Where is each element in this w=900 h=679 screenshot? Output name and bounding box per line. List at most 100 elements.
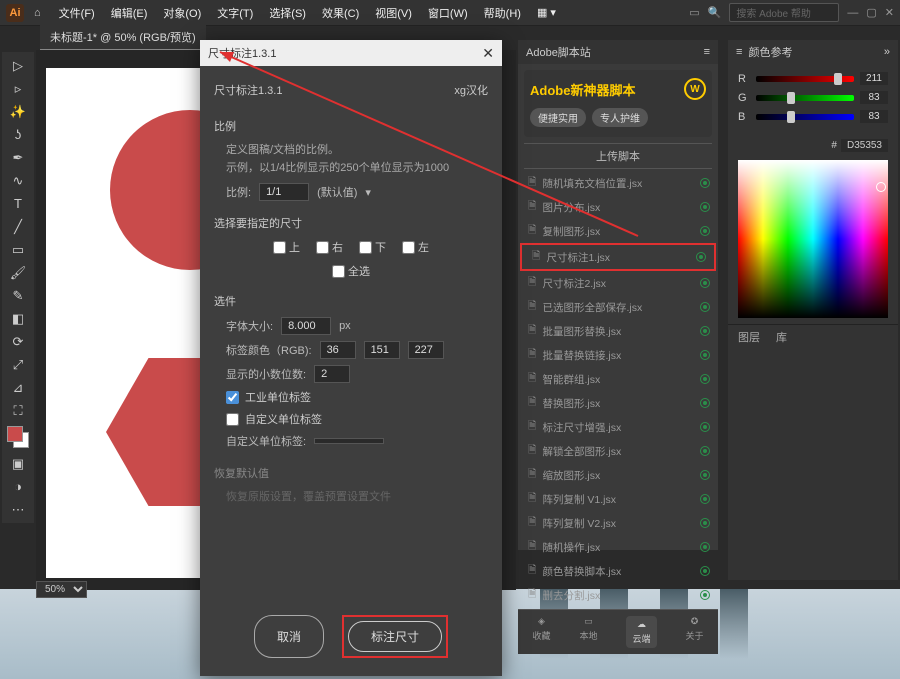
brush-tool[interactable]: 🖌 [4, 261, 32, 284]
ratio-input[interactable]: 1/1 [259, 183, 309, 201]
menu-view[interactable]: 视图(V) [367, 5, 420, 21]
chk-left[interactable]: 左 [402, 239, 429, 255]
magic-wand-tool[interactable]: ✨ [4, 100, 32, 123]
more-tools[interactable]: ⋯ [4, 498, 32, 521]
slider-b[interactable] [756, 114, 854, 120]
nav-cloud[interactable]: ☁云端 [626, 616, 656, 648]
close-icon[interactable]: ✕ [482, 45, 494, 62]
slider-g-value[interactable]: 83 [860, 91, 888, 104]
shaper-tool[interactable]: ✎ [4, 284, 32, 307]
chevron-down-icon[interactable]: ▾ [365, 186, 371, 199]
zoom-select[interactable]: 50% [36, 581, 87, 598]
color-r-input[interactable]: 36 [320, 341, 356, 359]
download-dot-icon[interactable] [700, 302, 710, 312]
hex-value[interactable]: D35353 [841, 139, 888, 152]
menu-help[interactable]: 帮助(H) [476, 5, 529, 21]
direct-select-tool[interactable]: ▹ [4, 77, 32, 100]
nav-about[interactable]: ✪关于 [685, 616, 703, 648]
color-spectrum[interactable] [738, 160, 888, 318]
home-icon[interactable]: ⌂ [34, 7, 41, 19]
download-dot-icon[interactable] [700, 398, 710, 408]
color-g-input[interactable]: 151 [364, 341, 400, 359]
chk-right[interactable]: 右 [316, 239, 343, 255]
chk-top[interactable]: 上 [273, 239, 300, 255]
script-item-10[interactable]: 🗎标注尺寸增强.jsx [518, 415, 718, 439]
download-dot-icon[interactable] [700, 566, 710, 576]
custom-unit-input[interactable] [314, 438, 384, 444]
script-item-3[interactable]: 🗎尺寸标注1.jsx [520, 243, 716, 271]
script-item-1[interactable]: 🗎图片分布.jsx [518, 195, 718, 219]
script-item-16[interactable]: 🗎颜色替换脚本.jsx [518, 559, 718, 583]
script-item-14[interactable]: 🗎阵列复制 V2.jsx [518, 511, 718, 535]
script-item-8[interactable]: 🗎智能群组.jsx [518, 367, 718, 391]
download-dot-icon[interactable] [700, 374, 710, 384]
pen-tool[interactable]: ✒ [4, 146, 32, 169]
libraries-tab[interactable]: 库 [776, 329, 787, 345]
download-dot-icon[interactable] [700, 226, 710, 236]
download-dot-icon[interactable] [700, 350, 710, 360]
slider-g[interactable] [756, 95, 854, 101]
menu-file[interactable]: 文件(F) [51, 5, 103, 21]
upload-script-button[interactable]: 上传脚本 [524, 143, 712, 169]
width-tool[interactable]: ⊿ [4, 376, 32, 399]
script-item-9[interactable]: 🗎替换图形.jsx [518, 391, 718, 415]
script-item-5[interactable]: 🗎已选图形全部保存.jsx [518, 295, 718, 319]
selection-tool[interactable]: ▷ [4, 54, 32, 77]
script-item-0[interactable]: 🗎随机填充文档位置.jsx [518, 171, 718, 195]
download-dot-icon[interactable] [700, 326, 710, 336]
script-item-6[interactable]: 🗎批量图形替换.jsx [518, 319, 718, 343]
free-transform-tool[interactable]: ⛶ [4, 399, 32, 422]
download-dot-icon[interactable] [700, 202, 710, 212]
download-dot-icon[interactable] [700, 178, 710, 188]
search-icon[interactable]: 🔍 [708, 6, 722, 19]
script-panel-tab[interactable]: Adobe脚本站≡ [518, 40, 718, 64]
search-input[interactable]: 搜索 Adobe 帮助 [729, 3, 839, 22]
download-dot-icon[interactable] [700, 590, 710, 600]
download-dot-icon[interactable] [700, 446, 710, 456]
color-swatch[interactable] [7, 426, 29, 448]
arrange-icon[interactable]: ▭ [689, 6, 699, 19]
font-size-input[interactable]: 8.000 [281, 317, 331, 335]
screen-mode-tool[interactable]: ▣ [4, 452, 32, 475]
script-item-15[interactable]: 🗎随机操作.jsx [518, 535, 718, 559]
script-item-2[interactable]: 🗎复制图形.jsx [518, 219, 718, 243]
script-item-11[interactable]: 🗎解锁全部图形.jsx [518, 439, 718, 463]
type-tool[interactable]: T [4, 192, 32, 215]
rotate-tool[interactable]: ⟳ [4, 330, 32, 353]
download-dot-icon[interactable] [700, 422, 710, 432]
rectangle-tool[interactable]: ▭ [4, 238, 32, 261]
maximize-icon[interactable]: ▢ [866, 6, 876, 19]
eraser-tool[interactable]: ◧ [4, 307, 32, 330]
color-b-input[interactable]: 227 [408, 341, 444, 359]
download-dot-icon[interactable] [700, 278, 710, 288]
script-item-13[interactable]: 🗎阵列复制 V1.jsx [518, 487, 718, 511]
dialog-titlebar[interactable]: 尺寸标注1.3.1 ✕ [200, 40, 502, 66]
chk-bottom[interactable]: 下 [359, 239, 386, 255]
document-tab[interactable]: 未标题-1* @ 50% (RGB/预览) [40, 25, 206, 51]
download-dot-icon[interactable] [700, 542, 710, 552]
scale-tool[interactable]: ⤢ [4, 353, 32, 376]
workspace-icon[interactable]: ▦ ▾ [529, 6, 564, 19]
slider-r-value[interactable]: 211 [860, 72, 888, 85]
download-dot-icon[interactable] [700, 494, 710, 504]
chk-select-all[interactable]: 全选 [332, 263, 370, 279]
menu-object[interactable]: 对象(O) [155, 5, 209, 21]
pill-convenient[interactable]: 便捷实用 [530, 108, 586, 127]
nav-local[interactable]: ▭本地 [579, 616, 597, 648]
close-window-icon[interactable]: ✕ [885, 6, 894, 19]
submit-button[interactable]: 标注尺寸 [348, 621, 442, 652]
menu-select[interactable]: 选择(S) [261, 5, 314, 21]
layers-tab[interactable]: 图层 [738, 329, 760, 345]
color-guide-header[interactable]: ≡ 颜色参考 » [728, 40, 898, 64]
menu-window[interactable]: 窗口(W) [420, 5, 476, 21]
download-dot-icon[interactable] [696, 252, 706, 262]
nav-fav[interactable]: ◈收藏 [532, 616, 550, 648]
menu-edit[interactable]: 编辑(E) [103, 5, 156, 21]
download-dot-icon[interactable] [700, 470, 710, 480]
download-dot-icon[interactable] [700, 518, 710, 528]
draw-mode-tool[interactable]: ◑ [4, 475, 32, 498]
script-item-17[interactable]: 🗎删去分割.jsx [518, 583, 718, 607]
minimize-icon[interactable]: — [847, 7, 858, 19]
chk-industrial[interactable]: 工业单位标签 [226, 389, 488, 405]
lasso-tool[interactable]: ʖ [4, 123, 32, 146]
